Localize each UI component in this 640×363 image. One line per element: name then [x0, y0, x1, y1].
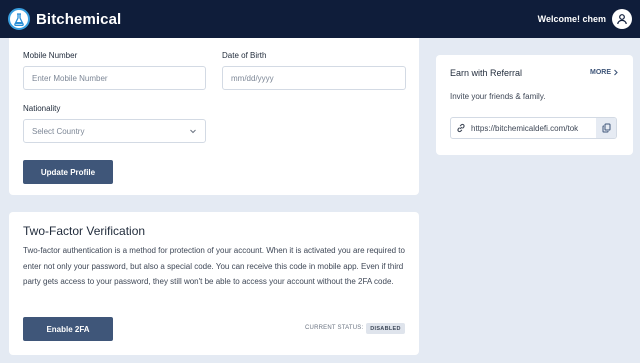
enable-2fa-button[interactable]: Enable 2FA — [23, 317, 113, 341]
dob-label: Date of Birth — [222, 51, 267, 60]
dob-input[interactable]: mm/dd/yyyy — [222, 66, 406, 90]
two-factor-title: Two-Factor Verification — [23, 224, 146, 238]
copy-icon[interactable] — [596, 118, 616, 138]
mobile-placeholder: Enter Mobile Number — [32, 73, 108, 83]
dob-placeholder: mm/dd/yyyy — [231, 73, 274, 83]
more-link[interactable]: MORE — [590, 69, 619, 76]
two-factor-card: Two-Factor Verification Two-factor authe… — [9, 212, 419, 355]
mobile-label: Mobile Number — [23, 51, 78, 60]
user-menu[interactable]: Welcome! chem — [538, 9, 632, 29]
status-badge: DISABLED — [366, 323, 405, 334]
nationality-label: Nationality — [23, 104, 61, 113]
country-select[interactable]: Select Country — [23, 119, 206, 143]
referral-subtitle: Invite your friends & family. — [450, 92, 546, 101]
referral-link: https://bitchemicaldefi.com/tok — [471, 123, 579, 133]
user-icon[interactable] — [612, 9, 632, 29]
update-profile-button[interactable]: Update Profile — [23, 160, 113, 184]
mobile-input[interactable]: Enter Mobile Number — [23, 66, 206, 90]
brand-name: Bitchemical — [36, 10, 122, 28]
welcome-text: Welcome! chem — [537, 14, 606, 24]
more-label: MORE — [590, 69, 611, 76]
country-select-value: Select Country — [32, 126, 85, 136]
two-factor-description: Two-factor authentication is a method fo… — [23, 246, 405, 286]
referral-title: Earn with Referral — [450, 68, 523, 78]
chevron-down-icon — [190, 129, 196, 134]
top-navbar: Bitchemical Welcome! chem — [0, 0, 640, 38]
link-icon — [451, 123, 471, 133]
profile-card: Mobile Number Enter Mobile Number Date o… — [9, 38, 419, 195]
brand[interactable]: Bitchemical — [8, 8, 121, 30]
flask-logo-icon — [8, 8, 30, 30]
current-status-label: CURRENT STATUS: — [305, 325, 364, 331]
referral-link-field[interactable]: https://bitchemicaldefi.com/tok — [450, 117, 617, 139]
referral-card: Earn with Referral MORE Invite your frie… — [436, 55, 633, 155]
chevron-right-icon — [614, 69, 618, 76]
